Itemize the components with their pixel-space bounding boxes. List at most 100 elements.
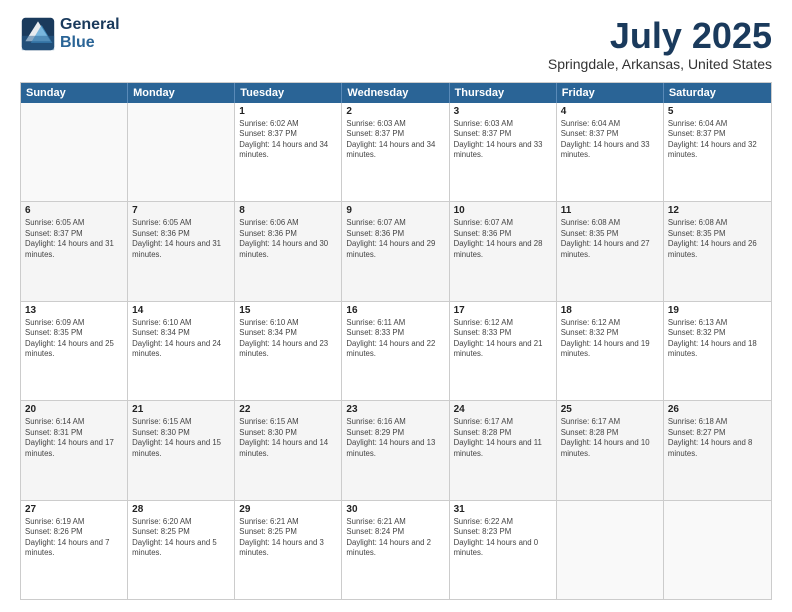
calendar-day-22: 22 Sunrise: 6:15 AM Sunset: 8:30 PM Dayli… (235, 401, 342, 499)
day-number: 6 (25, 205, 123, 216)
day-number: 8 (239, 205, 337, 216)
calendar-day-26: 26 Sunrise: 6:18 AM Sunset: 8:27 PM Dayli… (664, 401, 771, 499)
day-number: 13 (25, 305, 123, 316)
weekday-header-tuesday: Tuesday (235, 83, 342, 103)
calendar-day-23: 23 Sunrise: 6:16 AM Sunset: 8:29 PM Dayli… (342, 401, 449, 499)
calendar-body: 1 Sunrise: 6:02 AM Sunset: 8:37 PM Daylig… (21, 103, 771, 599)
day-info: Sunrise: 6:12 AM Sunset: 8:32 PM Dayligh… (561, 318, 659, 360)
calendar-day-8: 8Sunrise: 6:06 AM Sunset: 8:36 PM Daylig… (235, 202, 342, 300)
calendar-day-10: 10Sunrise: 6:07 AM Sunset: 8:36 PM Dayli… (450, 202, 557, 300)
day-number: 4 (561, 106, 659, 117)
day-number: 12 (668, 205, 767, 216)
day-number: 11 (561, 205, 659, 216)
day-info: Sunrise: 6:19 AM Sunset: 8:26 PM Dayligh… (25, 517, 123, 559)
weekday-header-sunday: Sunday (21, 83, 128, 103)
calendar-day-4: 4 Sunrise: 6:04 AM Sunset: 8:37 PM Daylig… (557, 103, 664, 201)
day-info: Sunrise: 6:07 AM Sunset: 8:36 PM Dayligh… (346, 218, 444, 260)
day-number: 15 (239, 305, 337, 316)
calendar: SundayMondayTuesdayWednesdayThursdayFrid… (20, 82, 772, 600)
day-info: Sunrise: 6:16 AM Sunset: 8:29 PM Dayligh… (346, 417, 444, 459)
page: General Blue July 2025 Springdale, Arkan… (0, 0, 792, 612)
calendar-day-29: 29Sunrise: 6:21 AM Sunset: 8:25 PM Dayli… (235, 501, 342, 599)
day-info: Sunrise: 6:04 AM Sunset: 8:37 PM Dayligh… (668, 119, 767, 161)
calendar-day-25: 25 Sunrise: 6:17 AM Sunset: 8:28 PM Dayli… (557, 401, 664, 499)
weekday-header-saturday: Saturday (664, 83, 771, 103)
header: General Blue July 2025 Springdale, Arkan… (20, 16, 772, 72)
day-number: 3 (454, 106, 552, 117)
day-info: Sunrise: 6:11 AM Sunset: 8:33 PM Dayligh… (346, 318, 444, 360)
day-info: Sunrise: 6:22 AM Sunset: 8:23 PM Dayligh… (454, 517, 552, 559)
calendar-empty-cell (664, 501, 771, 599)
calendar-week-2: 6 Sunrise: 6:05 AM Sunset: 8:37 PM Daylig… (21, 202, 771, 301)
calendar-day-7: 7Sunrise: 6:05 AM Sunset: 8:36 PM Daylig… (128, 202, 235, 300)
day-info: Sunrise: 6:03 AM Sunset: 8:37 PM Dayligh… (346, 119, 444, 161)
calendar-day-31: 31 Sunrise: 6:22 AM Sunset: 8:23 PM Dayli… (450, 501, 557, 599)
logo-text: General Blue (60, 16, 120, 51)
calendar-day-12: 12 Sunrise: 6:08 AM Sunset: 8:35 PM Dayli… (664, 202, 771, 300)
calendar-day-6: 6 Sunrise: 6:05 AM Sunset: 8:37 PM Daylig… (21, 202, 128, 300)
day-info: Sunrise: 6:21 AM Sunset: 8:25 PM Dayligh… (239, 517, 337, 559)
day-info: Sunrise: 6:10 AM Sunset: 8:34 PM Dayligh… (239, 318, 337, 360)
calendar-day-13: 13 Sunrise: 6:09 AM Sunset: 8:35 PM Dayli… (21, 302, 128, 400)
day-info: Sunrise: 6:15 AM Sunset: 8:30 PM Dayligh… (132, 417, 230, 459)
day-number: 1 (239, 106, 337, 117)
calendar-header: SundayMondayTuesdayWednesdayThursdayFrid… (21, 83, 771, 103)
calendar-day-3: 3 Sunrise: 6:03 AM Sunset: 8:37 PM Daylig… (450, 103, 557, 201)
day-number: 19 (668, 305, 767, 316)
day-number: 25 (561, 404, 659, 415)
calendar-week-4: 20Sunrise: 6:14 AM Sunset: 8:31 PM Dayli… (21, 401, 771, 500)
calendar-week-1: 1 Sunrise: 6:02 AM Sunset: 8:37 PM Daylig… (21, 103, 771, 202)
main-title: July 2025 (548, 16, 772, 56)
calendar-day-30: 30Sunrise: 6:21 AM Sunset: 8:24 PM Dayli… (342, 501, 449, 599)
calendar-day-11: 11 Sunrise: 6:08 AM Sunset: 8:35 PM Dayli… (557, 202, 664, 300)
day-info: Sunrise: 6:04 AM Sunset: 8:37 PM Dayligh… (561, 119, 659, 161)
day-info: Sunrise: 6:18 AM Sunset: 8:27 PM Dayligh… (668, 417, 767, 459)
weekday-header-friday: Friday (557, 83, 664, 103)
day-number: 31 (454, 504, 552, 515)
calendar-day-17: 17 Sunrise: 6:12 AM Sunset: 8:33 PM Dayli… (450, 302, 557, 400)
day-info: Sunrise: 6:17 AM Sunset: 8:28 PM Dayligh… (561, 417, 659, 459)
day-info: Sunrise: 6:17 AM Sunset: 8:28 PM Dayligh… (454, 417, 552, 459)
day-number: 10 (454, 205, 552, 216)
calendar-day-19: 19 Sunrise: 6:13 AM Sunset: 8:32 PM Dayli… (664, 302, 771, 400)
day-number: 18 (561, 305, 659, 316)
calendar-day-28: 28Sunrise: 6:20 AM Sunset: 8:25 PM Dayli… (128, 501, 235, 599)
day-number: 2 (346, 106, 444, 117)
calendar-week-3: 13 Sunrise: 6:09 AM Sunset: 8:35 PM Dayli… (21, 302, 771, 401)
day-info: Sunrise: 6:09 AM Sunset: 8:35 PM Dayligh… (25, 318, 123, 360)
day-info: Sunrise: 6:12 AM Sunset: 8:33 PM Dayligh… (454, 318, 552, 360)
day-number: 27 (25, 504, 123, 515)
day-number: 26 (668, 404, 767, 415)
weekday-header-wednesday: Wednesday (342, 83, 449, 103)
calendar-day-21: 21Sunrise: 6:15 AM Sunset: 8:30 PM Dayli… (128, 401, 235, 499)
day-info: Sunrise: 6:15 AM Sunset: 8:30 PM Dayligh… (239, 417, 337, 459)
day-info: Sunrise: 6:13 AM Sunset: 8:32 PM Dayligh… (668, 318, 767, 360)
calendar-day-20: 20Sunrise: 6:14 AM Sunset: 8:31 PM Dayli… (21, 401, 128, 499)
day-number: 22 (239, 404, 337, 415)
logo: General Blue (20, 16, 120, 52)
day-number: 28 (132, 504, 230, 515)
calendar-day-24: 24 Sunrise: 6:17 AM Sunset: 8:28 PM Dayli… (450, 401, 557, 499)
day-info: Sunrise: 6:14 AM Sunset: 8:31 PM Dayligh… (25, 417, 123, 459)
calendar-week-5: 27 Sunrise: 6:19 AM Sunset: 8:26 PM Dayli… (21, 501, 771, 599)
day-number: 16 (346, 305, 444, 316)
day-number: 24 (454, 404, 552, 415)
calendar-day-2: 2 Sunrise: 6:03 AM Sunset: 8:37 PM Daylig… (342, 103, 449, 201)
day-info: Sunrise: 6:08 AM Sunset: 8:35 PM Dayligh… (561, 218, 659, 260)
day-info: Sunrise: 6:08 AM Sunset: 8:35 PM Dayligh… (668, 218, 767, 260)
calendar-day-5: 5Sunrise: 6:04 AM Sunset: 8:37 PM Daylig… (664, 103, 771, 201)
day-info: Sunrise: 6:02 AM Sunset: 8:37 PM Dayligh… (239, 119, 337, 161)
calendar-empty-cell (128, 103, 235, 201)
calendar-day-27: 27 Sunrise: 6:19 AM Sunset: 8:26 PM Dayli… (21, 501, 128, 599)
day-info: Sunrise: 6:10 AM Sunset: 8:34 PM Dayligh… (132, 318, 230, 360)
day-info: Sunrise: 6:05 AM Sunset: 8:37 PM Dayligh… (25, 218, 123, 260)
weekday-header-thursday: Thursday (450, 83, 557, 103)
calendar-day-15: 15 Sunrise: 6:10 AM Sunset: 8:34 PM Dayli… (235, 302, 342, 400)
day-number: 17 (454, 305, 552, 316)
day-info: Sunrise: 6:21 AM Sunset: 8:24 PM Dayligh… (346, 517, 444, 559)
day-info: Sunrise: 6:03 AM Sunset: 8:37 PM Dayligh… (454, 119, 552, 161)
calendar-day-14: 14Sunrise: 6:10 AM Sunset: 8:34 PM Dayli… (128, 302, 235, 400)
calendar-day-9: 9Sunrise: 6:07 AM Sunset: 8:36 PM Daylig… (342, 202, 449, 300)
day-number: 23 (346, 404, 444, 415)
subtitle: Springdale, Arkansas, United States (548, 56, 772, 72)
